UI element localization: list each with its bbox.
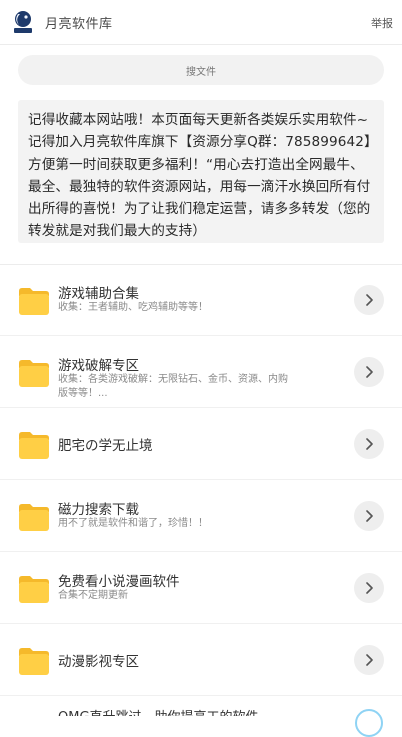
list-item[interactable]: 磁力搜索下载 用不了就是软件和谐了，珍惜！！ xyxy=(0,480,402,552)
open-button[interactable] xyxy=(354,429,384,459)
app-title: 月亮软件库 xyxy=(45,17,113,32)
list-item-divider xyxy=(0,695,402,696)
folder-icon xyxy=(19,360,49,387)
list-item-title: 动漫影视专区 xyxy=(58,654,139,670)
list-item-title: 游戏辅助合集 xyxy=(58,286,139,302)
list-item-title: 免费看小说漫画软件 xyxy=(58,574,180,590)
list-item[interactable]: 游戏破解专区 收集：各类游戏破解：无限钻石、金币、资源、内购版等等！... xyxy=(0,336,402,408)
open-button[interactable] xyxy=(354,357,384,387)
list-item-desc: 收集：各类游戏破解：无限钻石、金币、资源、内购版等等！... xyxy=(58,374,288,399)
search-input[interactable]: 搜文件 xyxy=(18,55,384,85)
list-item[interactable]: 肥宅の学无止境 xyxy=(0,408,402,480)
list-item-desc: 合集不定期更新 xyxy=(58,590,128,601)
chevron-right-icon xyxy=(366,654,373,666)
folder-icon xyxy=(19,432,49,459)
chevron-right-icon xyxy=(366,582,373,594)
list-item-desc: 收集：王者辅助、吃鸡辅助等等！ xyxy=(58,302,208,313)
chevron-right-icon xyxy=(366,294,373,306)
notice-text: 记得收藏本网站哦！本页面每天更新各类娱乐实用软件~记得加入月亮软件库旗下【资源分… xyxy=(18,100,384,243)
chevron-right-icon xyxy=(366,438,373,450)
partial-list-item-title: OMG直升跳过、助你提高工的软件 xyxy=(58,706,358,716)
partial-list-item-button[interactable] xyxy=(355,709,383,737)
open-button[interactable] xyxy=(354,645,384,675)
folder-icon xyxy=(19,648,49,675)
list-item-title: 磁力搜索下载 xyxy=(58,502,139,518)
list-item-title: 游戏破解专区 xyxy=(58,358,139,374)
top-bar: 月亮软件库 举报 xyxy=(0,0,402,44)
list-item[interactable]: 游戏辅助合集 收集：王者辅助、吃鸡辅助等等！ xyxy=(0,264,402,336)
list-item-title: 肥宅の学无止境 xyxy=(58,438,153,454)
folder-icon xyxy=(19,576,49,603)
chevron-right-icon xyxy=(366,510,373,522)
folder-icon xyxy=(19,288,49,315)
list-item[interactable]: 免费看小说漫画软件 合集不定期更新 xyxy=(0,552,402,624)
folder-icon xyxy=(19,504,49,531)
open-button[interactable] xyxy=(354,285,384,315)
open-button[interactable] xyxy=(354,573,384,603)
report-link[interactable]: 举报 xyxy=(371,15,393,31)
open-button[interactable] xyxy=(354,501,384,531)
moon-logo-icon[interactable] xyxy=(12,10,34,34)
header-divider xyxy=(0,44,402,45)
list-item-desc: 用不了就是软件和谐了，珍惜！！ xyxy=(58,518,208,529)
list-item[interactable]: 动漫影视专区 xyxy=(0,624,402,696)
chevron-right-icon xyxy=(366,366,373,378)
